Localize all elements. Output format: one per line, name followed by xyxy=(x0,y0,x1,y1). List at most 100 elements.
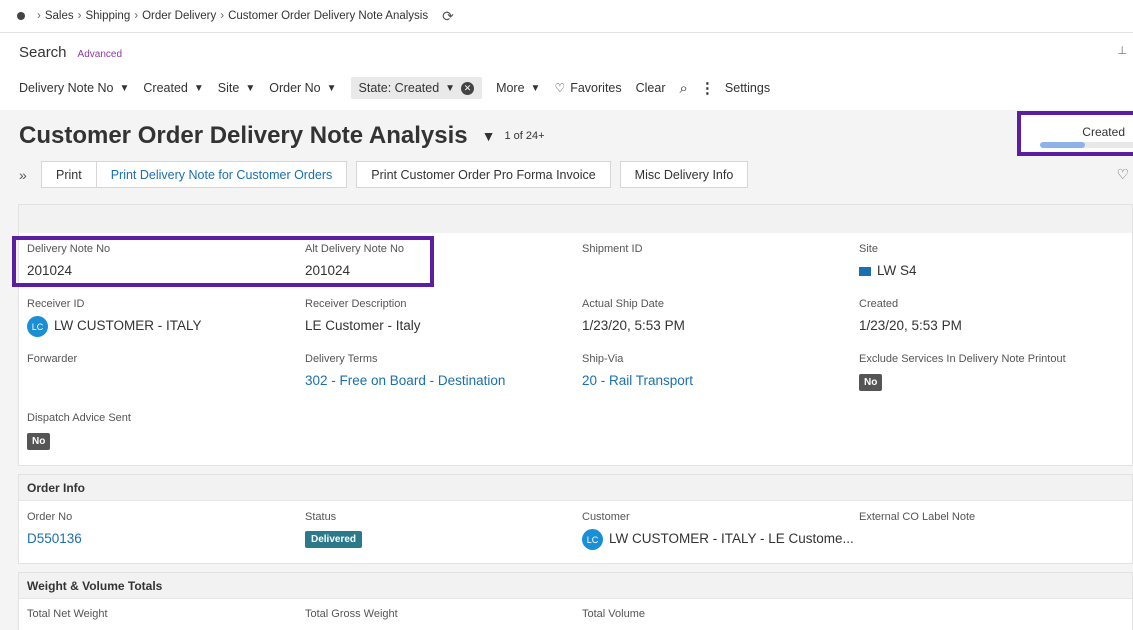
field-forwarder: Forwarder xyxy=(27,353,77,365)
field-label: Total Volume xyxy=(582,608,645,620)
state-indicator: Created xyxy=(1017,111,1133,156)
field-value[interactable]: LC LW CUSTOMER - ITALY xyxy=(27,316,202,337)
breadcrumb-current-page: Customer Order Delivery Note Analysis xyxy=(228,10,429,22)
delivery-note-highlight xyxy=(12,236,434,287)
field-exclude-services: Exclude Services In Delivery Note Printo… xyxy=(859,353,1066,391)
field-dispatch-advice-sent: Dispatch Advice Sent No xyxy=(27,412,131,450)
filter-site[interactable]: Site ▼ xyxy=(218,81,255,95)
misc-delivery-info-button[interactable]: Misc Delivery Info xyxy=(619,161,749,188)
record-count: 1 of 24+ xyxy=(504,130,545,142)
field-ship-via: Ship-Via 20 - Rail Transport xyxy=(582,353,693,388)
advanced-search-link[interactable]: Advanced xyxy=(78,49,122,60)
title-dropdown-icon[interactable]: ▼ xyxy=(482,128,496,144)
customer-value: LW CUSTOMER - ITALY - LE Custome... xyxy=(609,531,854,547)
remove-filter-icon[interactable]: ✕ xyxy=(461,81,475,95)
state-progress-fill xyxy=(1040,142,1085,148)
filter-bar: Delivery Note No ▼ Created ▼ Site ▼ Order N… xyxy=(19,76,784,100)
chevron-right-icon: › xyxy=(220,10,225,22)
home-dot-icon[interactable] xyxy=(17,12,25,20)
filter-created[interactable]: Created ▼ xyxy=(143,81,203,95)
filter-label: Site xyxy=(217,81,240,95)
field-customer: Customer LC LW CUSTOMER - ITALY - LE Cust… xyxy=(582,511,854,550)
filter-label: Order No xyxy=(269,81,321,95)
receiver-id-value: LW CUSTOMER - ITALY xyxy=(54,318,202,334)
field-label: Total Net Weight xyxy=(27,608,108,620)
filter-order-no[interactable]: Order No ▼ xyxy=(269,81,336,95)
heart-icon: ♡ xyxy=(554,81,566,95)
breadcrumb-sales[interactable]: Sales xyxy=(45,10,74,22)
avatar: LC xyxy=(27,316,48,337)
breadcrumb-shipping[interactable]: Shipping xyxy=(85,10,130,22)
field-label: Status xyxy=(305,511,337,523)
search-title: Search xyxy=(19,44,67,61)
weight-volume-section: Weight & Volume Totals Total Net Weight … xyxy=(18,572,1133,630)
field-total-gross-weight: Total Gross Weight xyxy=(305,608,398,620)
clear-filters-button[interactable]: Clear xyxy=(636,81,666,95)
field-label: Actual Ship Date xyxy=(582,298,664,310)
refresh-icon[interactable]: ⟳ xyxy=(442,8,454,25)
field-external-co-label-note: External CO Label Note xyxy=(859,511,975,523)
badge-wrap: Delivered xyxy=(305,529,363,548)
breadcrumb: › Sales › Shipping › Order Delivery › Cu… xyxy=(0,0,1133,33)
field-created: Created 1/23/20, 5:53 PM xyxy=(859,298,962,333)
caret-down-icon: ▼ xyxy=(245,82,256,94)
field-receiver-description: Receiver Description LE Customer - Italy xyxy=(305,298,421,333)
chevron-right-icon: › xyxy=(37,10,41,22)
site-icon xyxy=(859,266,871,276)
field-label: Exclude Services In Delivery Note Printo… xyxy=(859,353,1066,365)
field-label: Dispatch Advice Sent xyxy=(27,412,131,424)
field-label: External CO Label Note xyxy=(859,511,976,523)
field-label: Total Gross Weight xyxy=(305,608,398,620)
pin-icon[interactable]: ⊥ xyxy=(1117,44,1127,57)
breadcrumb-order-delivery[interactable]: Order Delivery xyxy=(142,10,216,22)
caret-down-icon: ▼ xyxy=(530,82,541,94)
field-actual-ship-date: Actual Ship Date 1/23/20, 5:53 PM xyxy=(582,298,685,333)
settings-button[interactable]: Settings xyxy=(725,81,770,95)
print-pro-forma-button[interactable]: Print Customer Order Pro Forma Invoice xyxy=(356,161,611,188)
field-value: LW S4 xyxy=(859,263,917,278)
field-value[interactable]: LC LW CUSTOMER - ITALY - LE Custome... xyxy=(582,529,854,550)
field-label: Order No xyxy=(27,511,73,523)
caret-down-icon: ▼ xyxy=(193,82,204,94)
state-label: Created xyxy=(1082,125,1125,139)
field-label: Receiver Description xyxy=(305,298,407,310)
section-header[interactable]: Order Info xyxy=(19,475,1132,501)
favorites-label: Favorites xyxy=(570,81,622,95)
field-label: Forwarder xyxy=(27,353,78,365)
field-value: 1/23/20, 5:53 PM xyxy=(859,318,962,333)
badge-wrap: No xyxy=(859,372,1066,391)
favorite-heart-icon[interactable]: ♡ xyxy=(1116,166,1129,183)
double-chevron-icon[interactable]: » xyxy=(19,167,31,183)
filter-label: Created xyxy=(143,81,188,95)
field-value: LE Customer - Italy xyxy=(305,318,421,333)
field-site: Site LW S4 xyxy=(859,243,917,278)
section-header[interactable]: Weight & Volume Totals xyxy=(19,573,1132,599)
print-button[interactable]: Print xyxy=(41,161,97,188)
state-progress-track xyxy=(1040,142,1133,148)
search-icon[interactable]: ⌕ xyxy=(680,80,688,97)
caret-down-icon: ▼ xyxy=(119,82,130,94)
order-info-section: Order Info Order No D550136 Status Deliv… xyxy=(18,474,1133,564)
command-toolbar: » Print Print Delivery Note for Customer… xyxy=(19,161,749,188)
print-delivery-note-button[interactable]: Print Delivery Note for Customer Orders xyxy=(96,161,348,188)
delivery-terms-link[interactable]: 302 - Free on Board - Destination xyxy=(305,373,505,388)
status-badge: No xyxy=(859,374,883,391)
filter-label: Delivery Note No xyxy=(19,81,114,95)
filter-more[interactable]: More ▼ xyxy=(496,81,540,95)
card-header-strip xyxy=(19,205,1132,233)
status-badge: No xyxy=(27,433,51,450)
field-order-no: Order No D550136 xyxy=(27,511,82,546)
field-label: Receiver ID xyxy=(27,298,85,310)
caret-down-icon: ▼ xyxy=(445,82,456,94)
filter-state-chip[interactable]: State: Created ▼ ✕ xyxy=(350,77,483,99)
ship-via-link[interactable]: 20 - Rail Transport xyxy=(582,373,693,388)
site-value: LW S4 xyxy=(877,263,917,278)
favorites-button[interactable]: ♡ Favorites xyxy=(554,81,621,95)
filter-delivery-note-no[interactable]: Delivery Note No ▼ xyxy=(19,81,129,95)
field-value: 1/23/20, 5:53 PM xyxy=(582,318,685,333)
field-total-net-weight: Total Net Weight xyxy=(27,608,108,620)
chevron-right-icon: › xyxy=(134,10,139,22)
order-no-link[interactable]: D550136 xyxy=(27,531,82,546)
more-options-icon[interactable]: ⋮ xyxy=(700,79,715,97)
field-receiver-id: Receiver ID LC LW CUSTOMER - ITALY xyxy=(27,298,202,337)
